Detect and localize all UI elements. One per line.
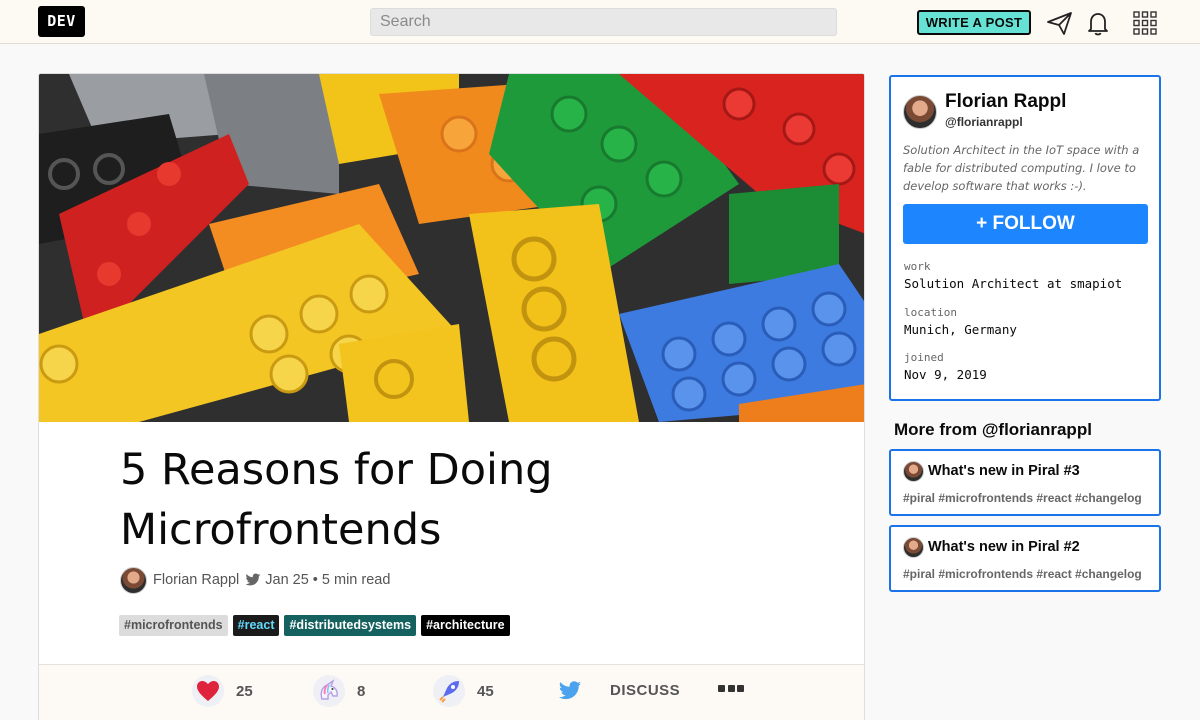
- send-icon[interactable]: [1046, 9, 1074, 37]
- profile-bio: Solution Architect in the IoT space with…: [903, 143, 1140, 193]
- location-value: Munich, Germany: [904, 322, 1017, 337]
- author-name[interactable]: Florian Rappl: [153, 572, 239, 588]
- twitter-share-icon[interactable]: [558, 681, 582, 701]
- related-post-card[interactable]: What's new in Piral #2 #piral #microfron…: [889, 525, 1161, 592]
- unicorn-count: 8: [357, 682, 366, 700]
- joined-value: Nov 9, 2019: [904, 367, 987, 382]
- profile-avatar[interactable]: [903, 95, 937, 129]
- profile-handle[interactable]: @florianrappl: [945, 115, 1023, 129]
- profile-name[interactable]: Florian Rappl: [945, 91, 1066, 113]
- author-profile-card: Florian Rappl @florianrappl Solution Arc…: [889, 75, 1161, 401]
- rocket-bookmark-icon: [433, 675, 465, 707]
- article-card: 5 Reasons for Doing Microfrontends Flori…: [38, 73, 865, 720]
- twitter-icon[interactable]: [245, 573, 261, 587]
- related-post-title[interactable]: What's new in Piral #3: [928, 463, 1080, 479]
- related-post-tags: #piral #microfrontends #react #changelog: [903, 491, 1142, 505]
- bookmark-count: 45: [477, 682, 494, 700]
- more-options-icon[interactable]: [718, 679, 744, 697]
- follow-button[interactable]: + FOLLOW: [903, 204, 1148, 244]
- joined-label: joined: [904, 351, 944, 364]
- article-meta: Florian Rappl Jan 25 • 5 min read: [120, 566, 390, 594]
- work-value: Solution Architect at smapiot: [904, 276, 1123, 291]
- discuss-button[interactable]: DISCUSS: [610, 682, 680, 699]
- publish-date: Jan 25: [265, 572, 309, 588]
- post-author-avatar: [903, 461, 924, 482]
- more-from-heading: More from @florianrappl: [894, 420, 1092, 439]
- unicorn-reaction-button[interactable]: 8: [313, 675, 365, 707]
- bookmark-reaction-button[interactable]: 45: [433, 675, 494, 707]
- tag-microfrontends[interactable]: #microfrontends: [119, 615, 228, 636]
- search-input[interactable]: [370, 8, 837, 36]
- unicorn-icon: [313, 675, 345, 707]
- reaction-bar: 25 8 45 DISCUSS: [39, 664, 864, 720]
- heart-reaction-button[interactable]: 25: [192, 675, 253, 707]
- bell-icon[interactable]: [1084, 9, 1112, 37]
- location-label: location: [904, 306, 957, 319]
- tag-architecture[interactable]: #architecture: [421, 615, 510, 636]
- dev-logo[interactable]: DEV: [38, 6, 85, 37]
- write-post-button[interactable]: WRITE A POST: [917, 10, 1031, 35]
- heart-icon: [192, 675, 224, 707]
- work-label: work: [904, 260, 931, 273]
- related-post-card[interactable]: What's new in Piral #3 #piral #microfron…: [889, 449, 1161, 516]
- tag-react[interactable]: #react: [232, 615, 280, 636]
- related-post-title[interactable]: What's new in Piral #2: [928, 539, 1080, 555]
- author-avatar[interactable]: [120, 566, 147, 594]
- cover-image: [39, 74, 864, 422]
- tag-list: #microfrontends #react #distributedsyste…: [119, 615, 510, 636]
- article-title: 5 Reasons for Doing Microfrontends: [120, 445, 553, 555]
- read-time: • 5 min read: [312, 572, 391, 588]
- top-navigation-bar: DEV WRITE A POST: [0, 0, 1200, 44]
- heart-count: 25: [236, 682, 253, 700]
- apps-grid-icon[interactable]: [1131, 9, 1159, 37]
- post-author-avatar: [903, 537, 924, 558]
- tag-distributedsystems[interactable]: #distributedsystems: [284, 615, 417, 636]
- related-post-tags: #piral #microfrontends #react #changelog: [903, 567, 1142, 581]
